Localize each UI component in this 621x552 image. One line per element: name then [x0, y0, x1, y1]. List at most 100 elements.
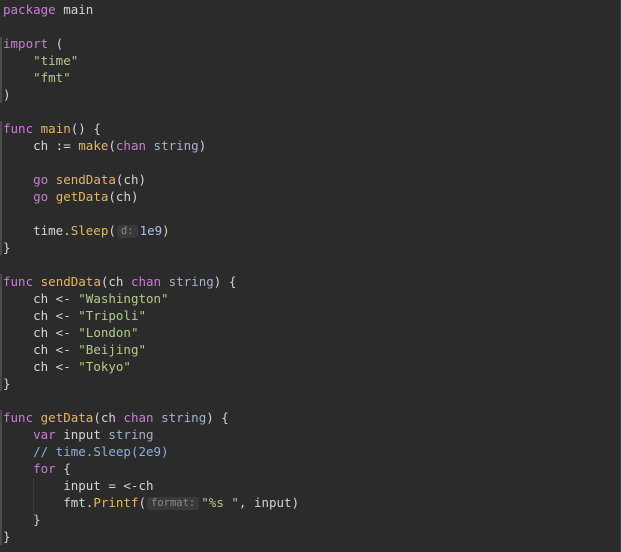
code-token: (ch — [93, 410, 124, 425]
code-line[interactable]: ch := make(chan string) — [3, 137, 299, 154]
code-token: ch <- — [3, 308, 79, 323]
code-token: func — [3, 410, 34, 425]
code-token: string — [168, 274, 214, 289]
code-token: (ch) — [108, 189, 139, 204]
code-line[interactable]: "fmt" — [3, 69, 299, 86]
code-token: "time" — [33, 53, 79, 68]
code-token: string — [161, 410, 207, 425]
code-line[interactable]: import ( — [3, 35, 299, 52]
code-token: ch <- — [3, 342, 79, 357]
code-line[interactable]: ch <- "Tokyo" — [3, 358, 299, 375]
code-token: Printf — [93, 495, 139, 510]
code-token: ( — [108, 223, 116, 238]
code-token: go — [33, 189, 49, 204]
code-token: // time.Sleep(2e9) — [33, 444, 169, 459]
code-token: package — [3, 2, 56, 17]
fold-gutter-getdata — [0, 410, 2, 545]
code-line[interactable]: } — [3, 528, 299, 545]
fold-gutter-import — [0, 37, 2, 103]
code-token: } — [3, 376, 11, 391]
code-line[interactable]: func main() { — [3, 120, 299, 137]
code-token: var — [33, 427, 56, 442]
code-line[interactable]: go getData(ch) — [3, 188, 299, 205]
code-token: main — [55, 2, 94, 17]
code-line[interactable]: time.Sleep(d: 1e9) — [3, 222, 299, 239]
code-token: 1e9 — [139, 223, 163, 238]
code-line[interactable] — [3, 154, 299, 171]
code-line[interactable]: ch <- "Beijing" — [3, 341, 299, 358]
code-line[interactable]: for { — [3, 460, 299, 477]
fold-gutter-senddata — [0, 274, 2, 391]
code-token: string — [108, 427, 154, 442]
code-line[interactable]: } — [3, 511, 299, 528]
code-token: ch := — [3, 138, 79, 153]
code-line[interactable]: func getData(ch chan string) { — [3, 409, 299, 426]
code-line[interactable]: ) — [3, 86, 299, 103]
code-token: ) — [198, 138, 207, 153]
code-token: main — [40, 121, 71, 136]
code-line[interactable]: ch <- "Washington" — [3, 290, 299, 307]
code-token: sendData — [40, 274, 101, 289]
code-token: Sleep — [70, 223, 109, 238]
code-token: ) — [162, 223, 170, 238]
code-token: "%s " — [201, 495, 239, 510]
code-token: ) — [3, 87, 11, 102]
code-line[interactable]: fmt.Printf(format: "%s ", input) — [3, 494, 299, 511]
code-area[interactable]: package main import ( "time" "fmt") func… — [3, 1, 299, 545]
code-line[interactable]: func sendData(ch chan string) { — [3, 273, 299, 290]
code-line[interactable]: go sendData(ch) — [3, 171, 299, 188]
code-token: "Tokyo" — [78, 359, 131, 374]
code-token: for — [33, 461, 56, 476]
code-token: sendData — [55, 172, 116, 187]
code-token: getData — [55, 189, 109, 204]
code-token: input = <-ch — [3, 478, 154, 493]
code-token: "London" — [78, 325, 139, 340]
code-line[interactable]: } — [3, 239, 299, 256]
code-token: ( — [48, 36, 64, 51]
code-line[interactable]: // time.Sleep(2e9) — [3, 443, 299, 460]
fold-gutter-main — [0, 121, 2, 255]
code-line[interactable]: ch <- "London" — [3, 324, 299, 341]
code-token: (ch) — [115, 172, 147, 187]
code-token: chan — [130, 274, 162, 289]
code-line[interactable]: } — [3, 375, 299, 392]
code-token: "Washington" — [78, 291, 169, 306]
code-line[interactable] — [3, 18, 299, 35]
code-line[interactable]: input = <-ch — [3, 477, 299, 494]
code-line[interactable]: package main — [3, 1, 299, 18]
parameter-hint: d: — [116, 225, 138, 238]
code-token: ) { — [213, 274, 237, 289]
code-line[interactable]: ch <- "Tripoli" — [3, 307, 299, 324]
code-token: "fmt" — [33, 70, 71, 85]
code-editor[interactable]: package main import ( "time" "fmt") func… — [0, 0, 621, 552]
code-line[interactable]: var input string — [3, 426, 299, 443]
code-token: (ch — [100, 274, 131, 289]
code-token: chan — [115, 138, 147, 153]
code-token: fmt. — [3, 495, 94, 510]
code-token: "Tripoli" — [78, 308, 146, 323]
code-line[interactable] — [3, 392, 299, 409]
code-token: ( — [108, 138, 116, 153]
code-line[interactable] — [3, 205, 299, 222]
code-token: func — [3, 274, 34, 289]
code-line[interactable] — [3, 256, 299, 273]
code-token: string — [153, 138, 199, 153]
code-line[interactable]: "time" — [3, 52, 299, 69]
code-line[interactable] — [3, 103, 299, 120]
code-token: } — [3, 512, 41, 527]
code-token: } — [3, 529, 11, 544]
code-token: ch <- — [3, 291, 79, 306]
code-token: ch <- — [3, 359, 79, 374]
